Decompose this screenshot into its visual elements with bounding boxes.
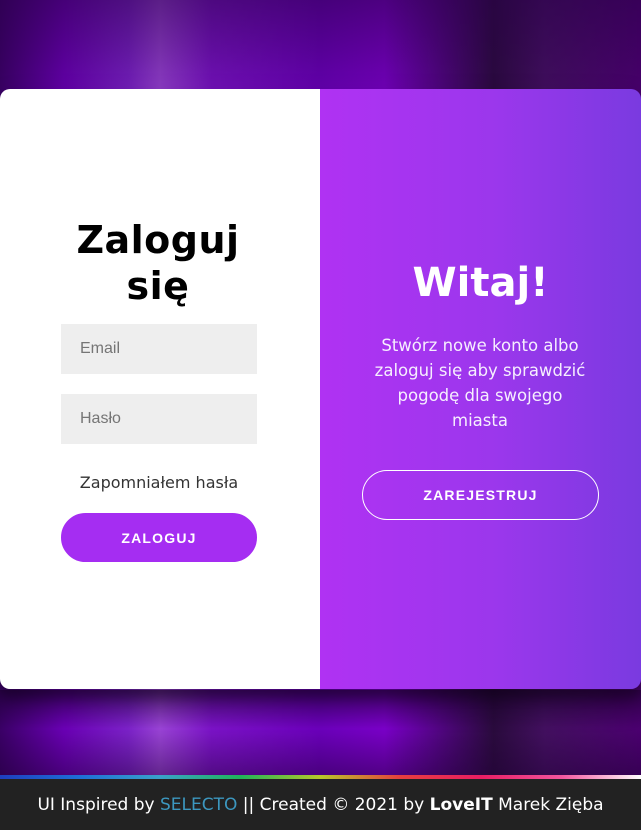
login-button[interactable]: ZALOGUJ (61, 513, 257, 562)
footer: UI Inspired by SELECTO || Created © 2021… (0, 779, 641, 830)
page-background: { "login": { "title_line1": "Zaloguj", "… (0, 0, 641, 830)
footer-prefix: UI Inspired by (37, 794, 155, 815)
auth-card: Zalogujsię Zapomniałem hasła ZALOGUJ Wit… (0, 89, 641, 689)
email-input[interactable] (61, 324, 257, 374)
login-title-line1: Zaloguj (76, 218, 240, 262)
login-panel: Zalogujsię Zapomniałem hasła ZALOGUJ (0, 89, 320, 689)
welcome-title: Witaj! (412, 260, 549, 306)
welcome-text: Stwórz nowe konto albo zaloguj się aby s… (374, 336, 586, 430)
footer-selecto-link[interactable]: SELECTO (160, 795, 237, 815)
welcome-panel: Witaj! Stwórz nowe konto albo zaloguj si… (320, 89, 641, 689)
login-title-line2: się (126, 264, 190, 308)
footer-middle: || Created © 2021 by (242, 794, 425, 815)
forgot-password-link[interactable]: Zapomniałem hasła (61, 473, 257, 492)
background-shade-bottom (0, 690, 641, 776)
password-input[interactable] (61, 394, 257, 444)
login-title: Zaloguj się (60, 217, 256, 309)
register-button[interactable]: ZAREJESTRUJ (362, 470, 599, 520)
footer-author: Marek Zięba (498, 794, 604, 815)
footer-brand: LoveIT (429, 794, 493, 815)
